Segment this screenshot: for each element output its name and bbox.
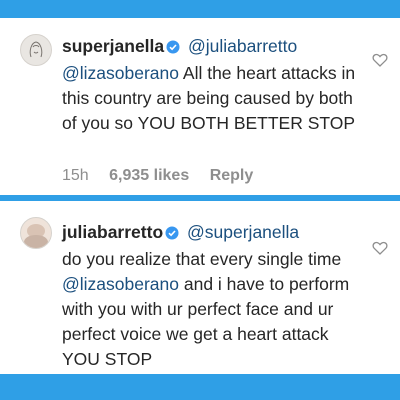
avatar-sketch-icon: [29, 41, 43, 58]
comment-time[interactable]: 15h: [62, 167, 89, 184]
comment-username[interactable]: superjanella: [62, 36, 164, 56]
avatar-photo-icon: [24, 224, 48, 248]
mention-link[interactable]: @superjanella: [187, 222, 299, 242]
comment-item: juliabarretto @superjanella do you reali…: [0, 202, 400, 374]
comments-panel: superjanella @juliabarretto @lizasoberan…: [0, 18, 400, 374]
verified-badge-icon: [166, 36, 180, 61]
heart-outline-icon[interactable]: [372, 240, 388, 256]
comment-body: juliabarretto @superjanella do you reali…: [62, 220, 370, 372]
mention-link[interactable]: @lizasoberano: [62, 274, 179, 294]
divider: [0, 195, 400, 201]
comment-body: superjanella @juliabarretto @lizasoberan…: [62, 34, 370, 136]
mention-link[interactable]: @juliabarretto: [188, 36, 297, 56]
comment-likes[interactable]: 6,935 likes: [109, 167, 189, 184]
comment-item: superjanella @juliabarretto @lizasoberan…: [0, 18, 400, 194]
avatar[interactable]: [20, 34, 52, 66]
heart-outline-icon[interactable]: [372, 52, 388, 68]
verified-badge-icon: [165, 222, 179, 247]
comment-username[interactable]: juliabarretto: [62, 222, 163, 242]
comment-text: do you realize that every single time: [62, 249, 342, 269]
mention-link[interactable]: @lizasoberano: [62, 63, 179, 83]
avatar[interactable]: [20, 217, 52, 249]
comment-meta: 15h 6,935 likes Reply: [62, 167, 269, 185]
reply-button[interactable]: Reply: [210, 167, 254, 184]
